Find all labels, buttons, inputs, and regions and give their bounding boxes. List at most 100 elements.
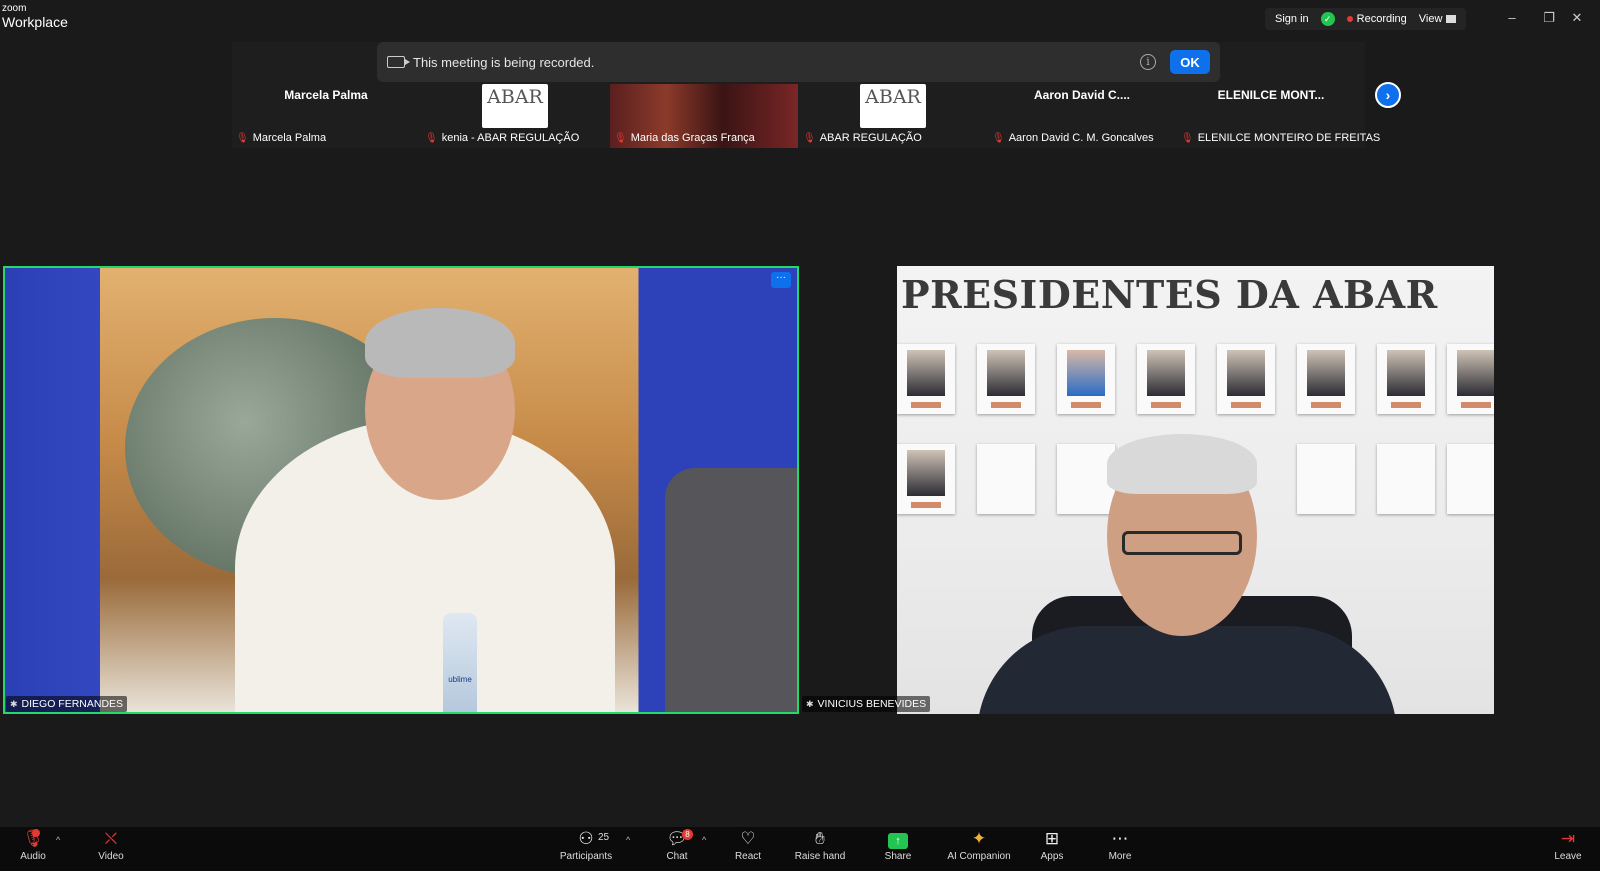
video-button[interactable]: ⛌ Video: [92, 827, 130, 871]
tile-name: Maria das Graças França: [630, 132, 755, 144]
recording-camera-icon: [387, 56, 410, 68]
sign-in-link[interactable]: Sign in: [1275, 13, 1309, 25]
heart-react-icon: ♡: [740, 829, 756, 848]
title-bar: zoom Workplace Sign in ✓ Recording View …: [0, 0, 1600, 36]
logo-line1: zoom: [2, 3, 27, 14]
abar-logo-text: ABAR: [865, 86, 921, 108]
leave-label: Leave: [1554, 851, 1582, 862]
audio-options-caret-icon[interactable]: ^: [56, 835, 60, 845]
tile-display-name: ELENILCE MONT...: [1217, 88, 1325, 102]
share-button[interactable]: ↑ Share: [880, 827, 916, 871]
tile-label: 🎙︎ ELENILCE MONTEIRO DE FREITAS: [1181, 132, 1380, 144]
leave-icon: ⇥: [1560, 829, 1576, 848]
participant-glasses: [1122, 531, 1242, 555]
video-more-options-icon[interactable]: ···: [771, 272, 791, 288]
recording-indicator[interactable]: Recording: [1346, 13, 1407, 25]
info-icon[interactable]: i: [1140, 54, 1156, 70]
mic-muted-icon: 🎙︎: [425, 132, 438, 144]
recording-dot-icon: [1346, 16, 1353, 22]
mic-muted-icon: 🎙︎: [1181, 132, 1194, 144]
portrait-frame: [1297, 344, 1355, 414]
logo-line2: Workplace: [2, 14, 68, 30]
more-label: More: [1108, 851, 1132, 862]
pin-icon: ✱: [806, 698, 814, 709]
ai-companion-button[interactable]: ✦ AI Companion: [942, 827, 1016, 871]
portrait-frame: [1377, 344, 1435, 414]
active-speaker-video[interactable]: ublime ···: [3, 266, 799, 714]
tile-label: 🎙︎ Marcela Palma: [236, 132, 326, 144]
chat-options-caret-icon[interactable]: ^: [702, 835, 706, 845]
zoom-workplace-logo: zoom Workplace: [2, 3, 68, 30]
neighbor-jacket: [665, 468, 797, 712]
ai-sparkle-icon: ✦: [971, 829, 987, 848]
tile-label: 🎙︎ kenia - ABAR REGULAÇÃO: [425, 132, 579, 144]
apps-label: Apps: [1040, 851, 1064, 862]
participants-label: Participants: [559, 851, 613, 862]
camera-off-icon: ⛌: [104, 829, 118, 848]
tile-name: kenia - ABAR REGULAÇÃO: [441, 132, 580, 144]
recording-label: Recording: [1356, 13, 1407, 25]
portrait-frame: [897, 344, 955, 414]
participants-options-caret-icon[interactable]: ^: [626, 835, 630, 845]
minimize-icon[interactable]: –: [1502, 8, 1522, 28]
filmstrip-next-arrow-icon[interactable]: ›: [1375, 82, 1401, 108]
tile-display-name: Aaron David C....: [1033, 88, 1131, 102]
leave-button[interactable]: ⇥ Leave: [1552, 827, 1584, 871]
wall-sign-text: PRESIDENTES DA ABAR: [901, 272, 1438, 317]
tile-name: Aaron David C. M. Goncalves: [1008, 132, 1154, 144]
recording-notice-text: This meeting is being recorded.: [413, 54, 595, 70]
mic-muted-icon: 🎙︎: [992, 132, 1005, 144]
view-label: View: [1418, 13, 1443, 25]
raise-hand-button[interactable]: ✋︎ Raise hand: [790, 827, 850, 871]
water-bottle: ublime: [443, 613, 477, 712]
react-label: React: [734, 851, 762, 862]
recording-notice-banner: This meeting is being recorded. i OK: [377, 42, 1220, 82]
speaker-hair: [365, 308, 515, 378]
ok-button[interactable]: OK: [1170, 50, 1210, 74]
portrait-frame: [1137, 344, 1195, 414]
portrait-frame: [1217, 344, 1275, 414]
participant-video[interactable]: PRESIDENTES DA ABAR: [897, 266, 1494, 714]
audio-alert-icon: [32, 829, 40, 837]
tile-label: 🎙︎ Aaron David C. M. Goncalves: [992, 132, 1154, 144]
abar-logo: ABAR: [860, 84, 926, 128]
raise-hand-icon: ✋︎: [815, 829, 825, 848]
more-dots-icon: ⋯: [1111, 829, 1129, 848]
abar-logo: ABAR: [482, 84, 548, 128]
react-button[interactable]: ♡ React: [730, 827, 766, 871]
share-screen-icon: ↑: [888, 833, 908, 849]
participant-name: VINICIUS BENEVIDES: [817, 698, 927, 710]
portrait-frame: [1447, 444, 1494, 514]
tile-label: 🎙︎ Maria das Graças França: [614, 132, 755, 144]
portrait-frame: [897, 444, 955, 514]
view-button[interactable]: View: [1419, 13, 1457, 25]
portrait-frame: [1377, 444, 1435, 514]
apps-button[interactable]: ⊞ Apps: [1036, 827, 1068, 871]
tile-name: ABAR REGULAÇÃO: [819, 132, 922, 144]
pin-icon: ✱: [10, 698, 18, 709]
video-label: Video: [98, 851, 124, 862]
audio-label: Audio: [20, 851, 46, 862]
grid-view-icon: [1446, 15, 1457, 23]
tile-display-name: Marcela Palma: [284, 88, 368, 102]
mic-muted-icon: 🎙︎: [803, 132, 816, 144]
encryption-shield-icon[interactable]: ✓: [1320, 12, 1335, 26]
raise-hand-label: Raise hand: [794, 851, 846, 862]
share-label: Share: [884, 851, 912, 862]
bottle-label: ublime: [448, 675, 472, 684]
close-icon[interactable]: ✕: [1567, 8, 1587, 28]
abar-logo-text: ABAR: [487, 86, 543, 108]
tile-label: 🎙︎ ABAR REGULAÇÃO: [803, 132, 922, 144]
apps-icon: ⊞: [1044, 829, 1060, 848]
mic-muted-icon: 🎙︎: [614, 132, 627, 144]
portrait-frame: [977, 344, 1035, 414]
more-button[interactable]: ⋯ More: [1104, 827, 1136, 871]
tile-name: Marcela Palma: [252, 132, 327, 144]
speaker-name: DIEGO FERNANDES: [21, 698, 124, 710]
restore-icon[interactable]: ❐: [1539, 8, 1559, 28]
participant-name-tag: ✱ VINICIUS BENEVIDES: [802, 696, 931, 712]
speaker-name-tag: ✱ DIEGO FERNANDES: [6, 696, 128, 712]
chat-unread-badge: 8: [682, 829, 693, 840]
portrait-frame: [1447, 344, 1494, 414]
chat-label: Chat: [666, 851, 688, 862]
